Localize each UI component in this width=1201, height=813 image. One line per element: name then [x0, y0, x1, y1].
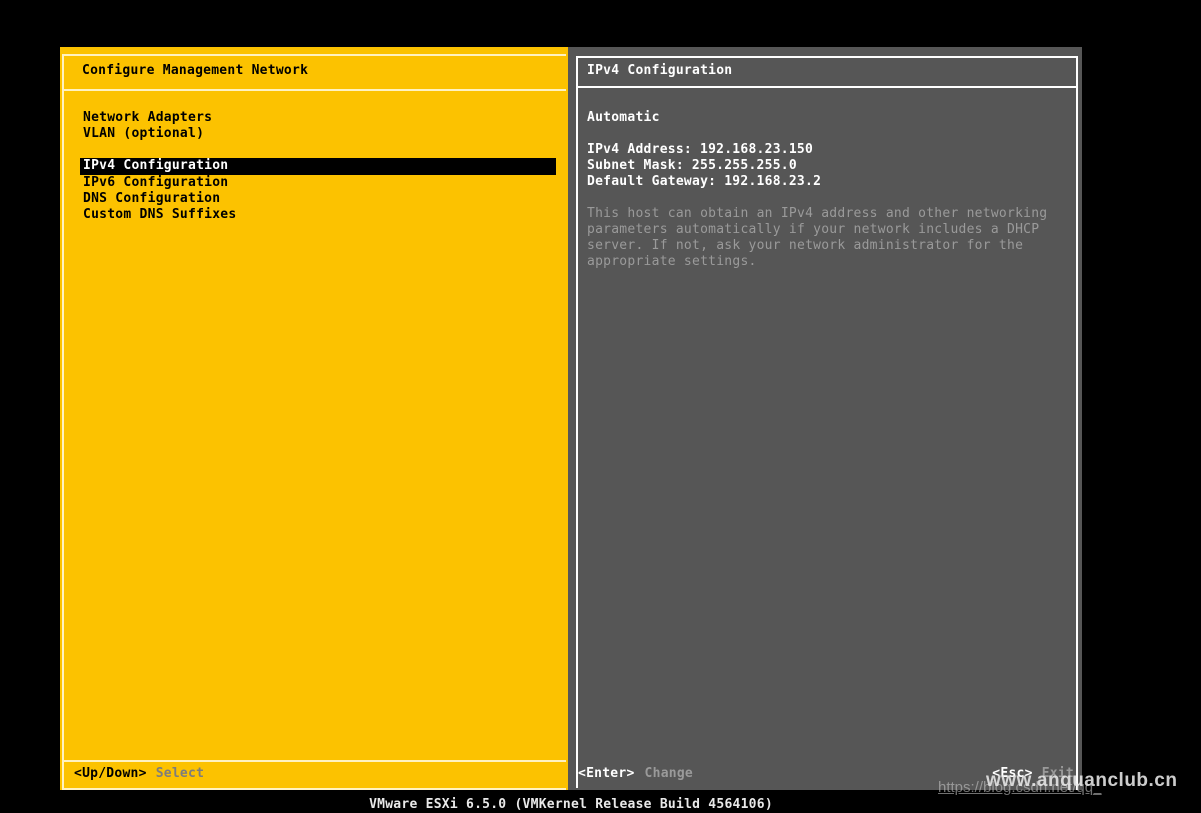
- dcui-window: Configure Management Network Network Ada…: [60, 47, 1082, 790]
- default-gateway-row: Default Gateway: 192.168.23.2: [587, 174, 821, 190]
- default-gateway-value: 192.168.23.2: [724, 174, 821, 190]
- left-pane-title: Configure Management Network: [82, 63, 308, 79]
- ipv4-configuration-pane: IPv4 Configuration Automatic IPv4 Addres…: [568, 47, 1082, 790]
- ipv4-address-value: 192.168.23.150: [700, 142, 813, 158]
- updown-key-hint: <Up/Down>: [74, 766, 147, 782]
- ipv4-address-row: IPv4 Address: 192.168.23.150: [587, 142, 821, 158]
- dhcp-description: This host can obtain an IPv4 address and…: [587, 206, 1047, 270]
- left-pane-hint-separator: [62, 760, 566, 762]
- left-pane-border-top: [62, 54, 566, 56]
- enter-action-label: Change: [645, 766, 693, 782]
- dhcp-description-line: This host can obtain an IPv4 address and…: [587, 206, 1047, 222]
- menu-spacer: [80, 142, 556, 158]
- subnet-mask-row: Subnet Mask: 255.255.255.0: [587, 158, 821, 174]
- right-pane-border-right: [1076, 56, 1078, 790]
- enter-key-hint: <Enter>: [578, 766, 635, 782]
- ipv4-settings-list: IPv4 Address: 192.168.23.150 Subnet Mask…: [587, 142, 821, 190]
- configure-management-network-pane: Configure Management Network Network Ada…: [60, 47, 568, 790]
- ipv4-mode-value: Automatic: [587, 110, 660, 126]
- esxi-version-text: VMware ESXi 6.5.0 (VMKernel Release Buil…: [60, 797, 1082, 813]
- ipv4-address-label: IPv4 Address:: [587, 142, 692, 158]
- dhcp-description-line: parameters automatically if your network…: [587, 222, 1047, 238]
- menu-item-dns-configuration[interactable]: DNS Configuration: [80, 191, 556, 207]
- right-pane-title: IPv4 Configuration: [587, 63, 732, 79]
- subnet-mask-label: Subnet Mask:: [587, 158, 684, 174]
- menu-item-ipv6-configuration[interactable]: IPv6 Configuration: [80, 175, 556, 191]
- menu-item-vlan[interactable]: VLAN (optional): [80, 126, 556, 142]
- network-menu: Network Adapters VLAN (optional) IPv4 Co…: [80, 110, 556, 223]
- right-pane-border-left: [576, 56, 578, 788]
- left-pane-border-bottom: [62, 788, 566, 790]
- enter-key-hints: <Enter> Change: [578, 766, 693, 782]
- left-pane-title-separator: [62, 89, 566, 91]
- watermark-anquanclub: www.anquanclub.cn: [986, 770, 1177, 792]
- dhcp-description-line: server. If not, ask your network adminis…: [587, 238, 1047, 254]
- dhcp-description-line: appropriate settings.: [587, 254, 1047, 270]
- updown-action-label: Select: [156, 766, 204, 782]
- menu-item-ipv4-configuration[interactable]: IPv4 Configuration: [80, 158, 556, 175]
- subnet-mask-value: 255.255.255.0: [692, 158, 797, 174]
- menu-item-custom-dns-suffixes[interactable]: Custom DNS Suffixes: [80, 207, 556, 223]
- right-pane-border-top: [576, 56, 1076, 58]
- menu-item-network-adapters[interactable]: Network Adapters: [80, 110, 556, 126]
- right-pane-title-separator: [576, 86, 1076, 88]
- left-pane-key-hints: <Up/Down> Select: [74, 766, 204, 782]
- left-pane-border-left: [62, 54, 64, 790]
- default-gateway-label: Default Gateway:: [587, 174, 716, 190]
